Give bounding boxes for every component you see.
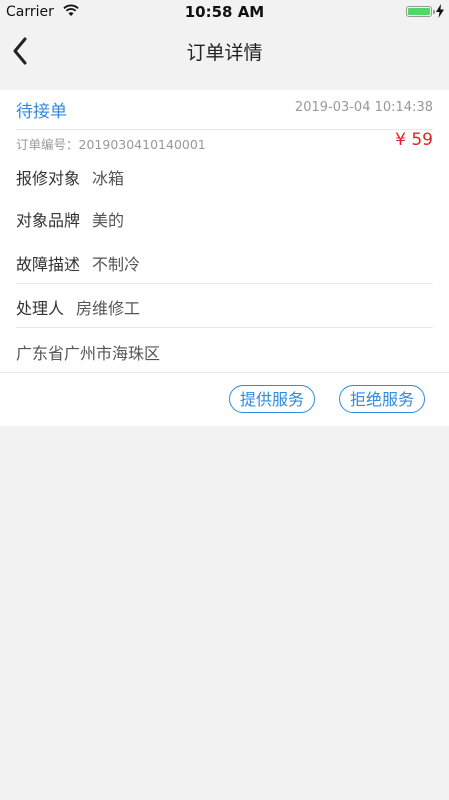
page-title: 订单详情 [186,42,263,64]
handler-row: 处理人 房维修工 [16,295,140,319]
repair-object-value: 冰箱 [92,169,125,188]
order-number-label: 订单编号： [16,137,79,152]
divider [16,327,433,328]
navigation-bar: 订单详情 [0,24,449,76]
divider [0,372,449,373]
fault-value: 不制冷 [92,255,141,274]
battery-icon [406,6,435,17]
fault-label: 故障描述 [16,255,81,274]
divider [16,129,433,130]
status-time: 10:58 AM [184,3,265,21]
brand-value: 美的 [92,211,125,230]
handler-value: 房维修工 [76,299,141,318]
order-number-value: 2019030410140001 [78,137,206,152]
charging-icon [436,4,444,18]
handler-label: 处理人 [16,299,65,318]
status-bar: Carrier 10:58 AM [0,0,449,24]
divider [16,283,433,284]
order-card: 待接单 2019-03-04 10:14:38 订单编号：20190304101… [0,90,449,426]
address-row: 广东省广州市海珠区 [16,340,160,364]
brand-row: 对象品牌 美的 [16,207,124,231]
order-status: 待接单 [16,102,67,122]
repair-object-label: 报修对象 [16,169,81,188]
provide-service-button[interactable]: 提供服务 [229,385,316,413]
reject-service-button[interactable]: 拒绝服务 [339,385,426,413]
order-number: 订单编号：2019030410140001 [16,134,206,153]
address-value: 广东省广州市海珠区 [16,344,161,363]
fault-row: 故障描述 不制冷 [16,251,140,275]
order-price: ¥ 59 [395,130,433,150]
order-datetime: 2019-03-04 10:14:38 [294,100,433,115]
brand-label: 对象品牌 [16,211,81,230]
repair-object-row: 报修对象 冰箱 [16,165,124,189]
